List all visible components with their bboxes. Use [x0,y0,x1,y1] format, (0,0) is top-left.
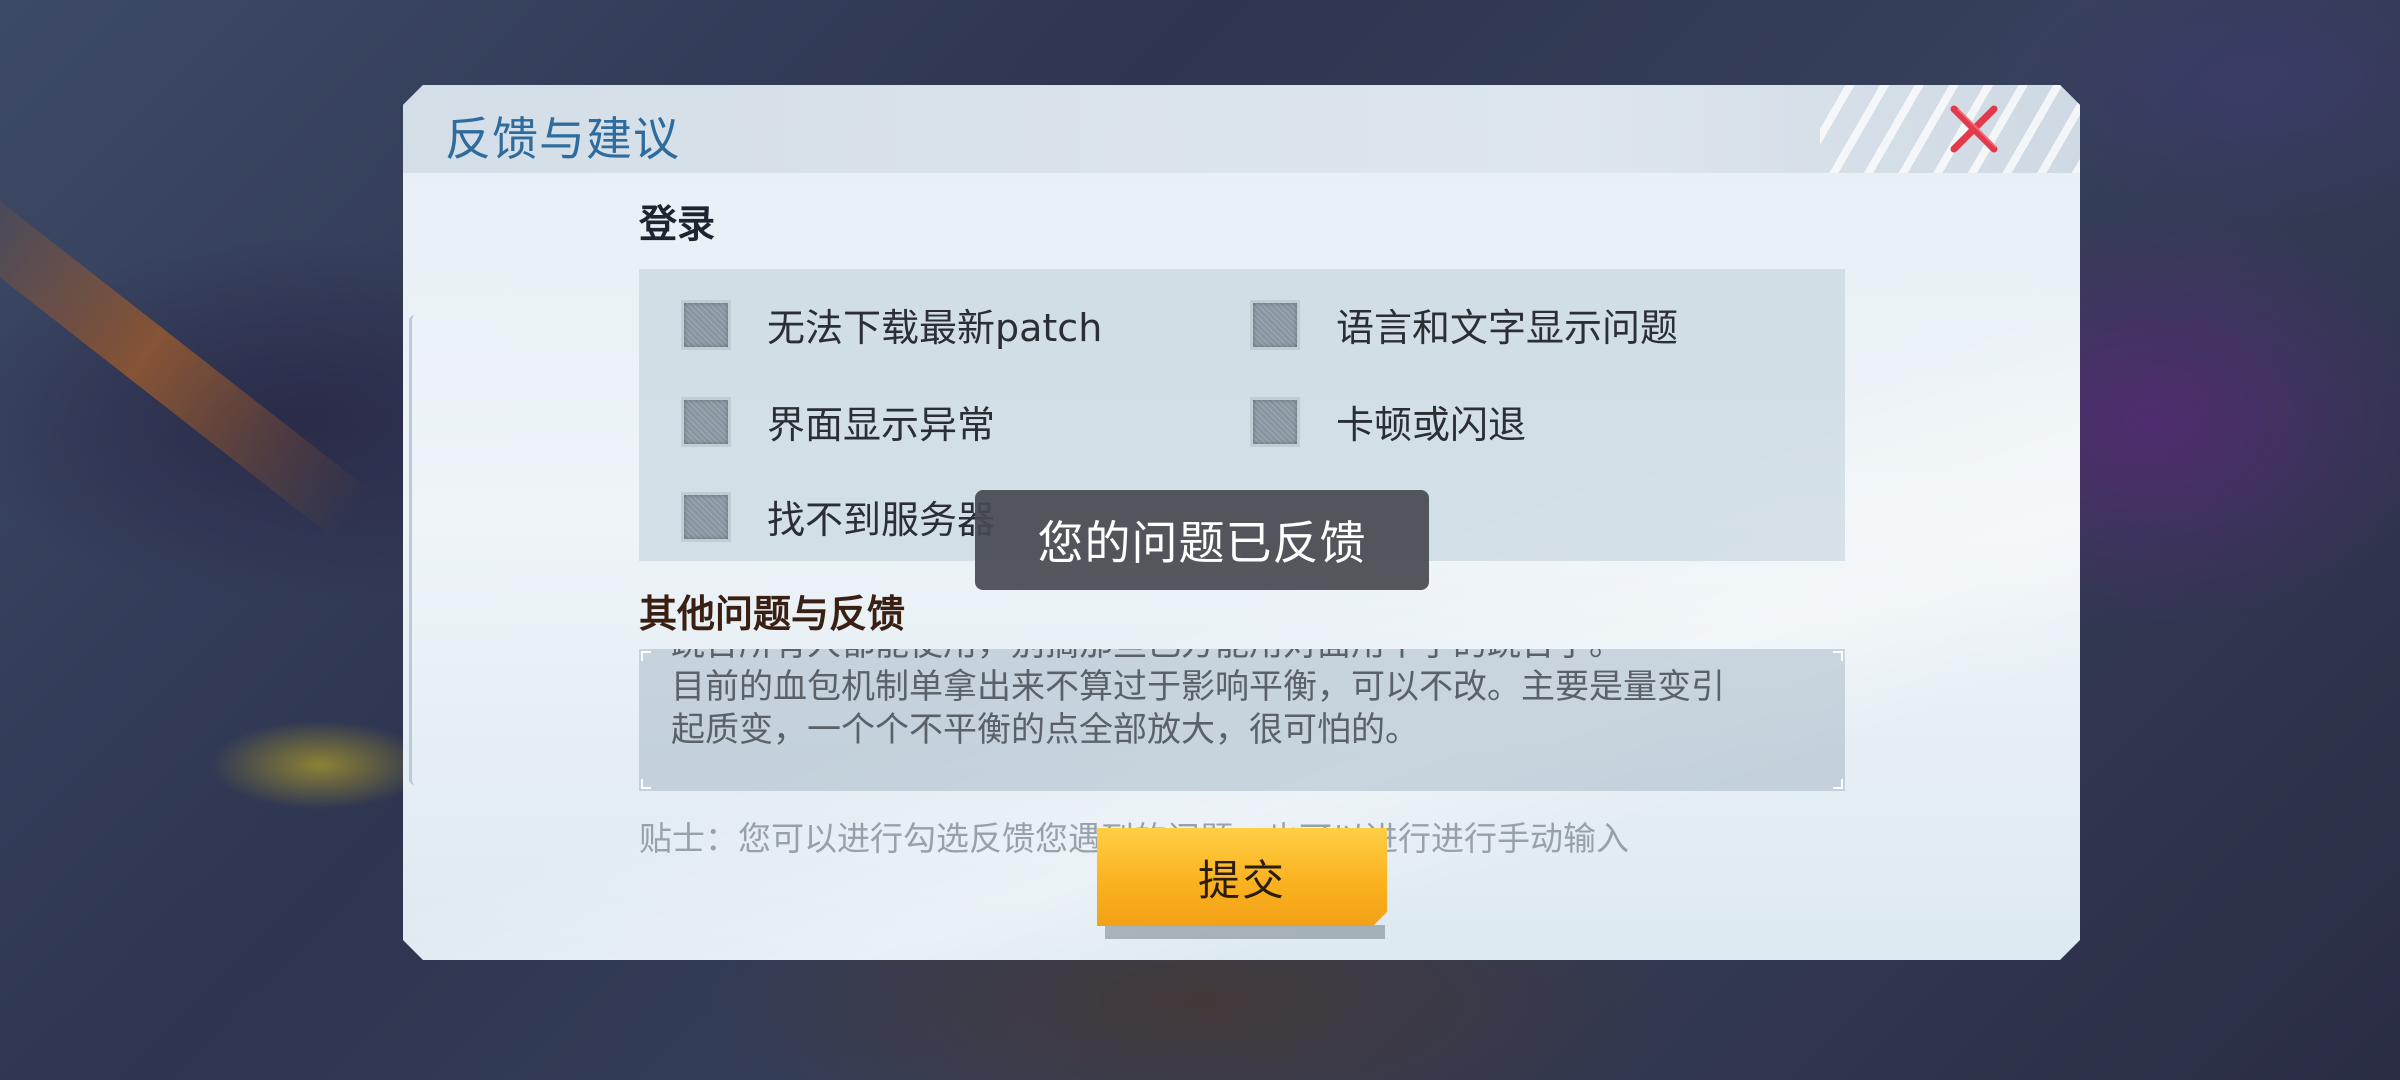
feedback-textarea[interactable]: 跳台所有人都能使用，别搞那些己方能用对面用不了的跳台了。 目前的血包机制单拿出来… [639,649,1845,791]
submit-button-shadow [1105,925,1385,939]
side-decoration [409,315,422,785]
submit-label: 提交 [1197,855,1286,905]
checkbox[interactable] [681,300,731,350]
feedback-text-line: 跳台所有人都能使用，别搞那些己方能用对面用不了的跳台了。 [671,649,1821,666]
option-ui-display-error[interactable]: 界面显示异常 [681,394,995,449]
close-button[interactable] [1946,101,2002,157]
feedback-text: 跳台所有人都能使用，别搞那些己方能用对面用不了的跳台了。 目前的血包机制单拿出来… [671,649,1821,752]
option-label: 界面显示异常 [767,403,996,447]
feedback-text-line: 目前的血包机制单拿出来不算过于影响平衡，可以不改。主要是量变引 [671,667,1725,707]
option-label: 卡顿或闪退 [1336,403,1527,447]
checkbox[interactable] [681,492,731,542]
option-label: 无法下载最新patch [767,306,1103,350]
login-section-title: 登录 [639,202,716,246]
option-lag-crash[interactable]: 卡顿或闪退 [1250,394,1526,449]
option-language-display[interactable]: 语言和文字显示问题 [1250,297,1678,352]
checkbox[interactable] [681,397,731,447]
checkbox[interactable] [1250,300,1300,350]
submit-button[interactable]: 提交 [1097,828,1387,926]
dialog-title: 反馈与建议 [445,112,680,166]
background-art-glow [210,720,430,810]
option-download-patch[interactable]: 无法下载最新patch [681,297,1102,352]
option-server-not-found[interactable]: 找不到服务器 [681,489,995,544]
option-label: 找不到服务器 [767,498,996,542]
option-label: 语言和文字显示问题 [1336,306,1679,350]
other-section-title: 其他问题与反馈 [639,592,906,636]
checkbox[interactable] [1250,397,1300,447]
close-x-icon [1946,101,2002,157]
dialog-header: 反馈与建议 [403,85,2080,173]
feedback-text-line: 起质变，一个个不平衡的点全部放大，很可怕的。 [671,710,1419,750]
toast-message: 您的问题已反馈 [975,490,1429,590]
